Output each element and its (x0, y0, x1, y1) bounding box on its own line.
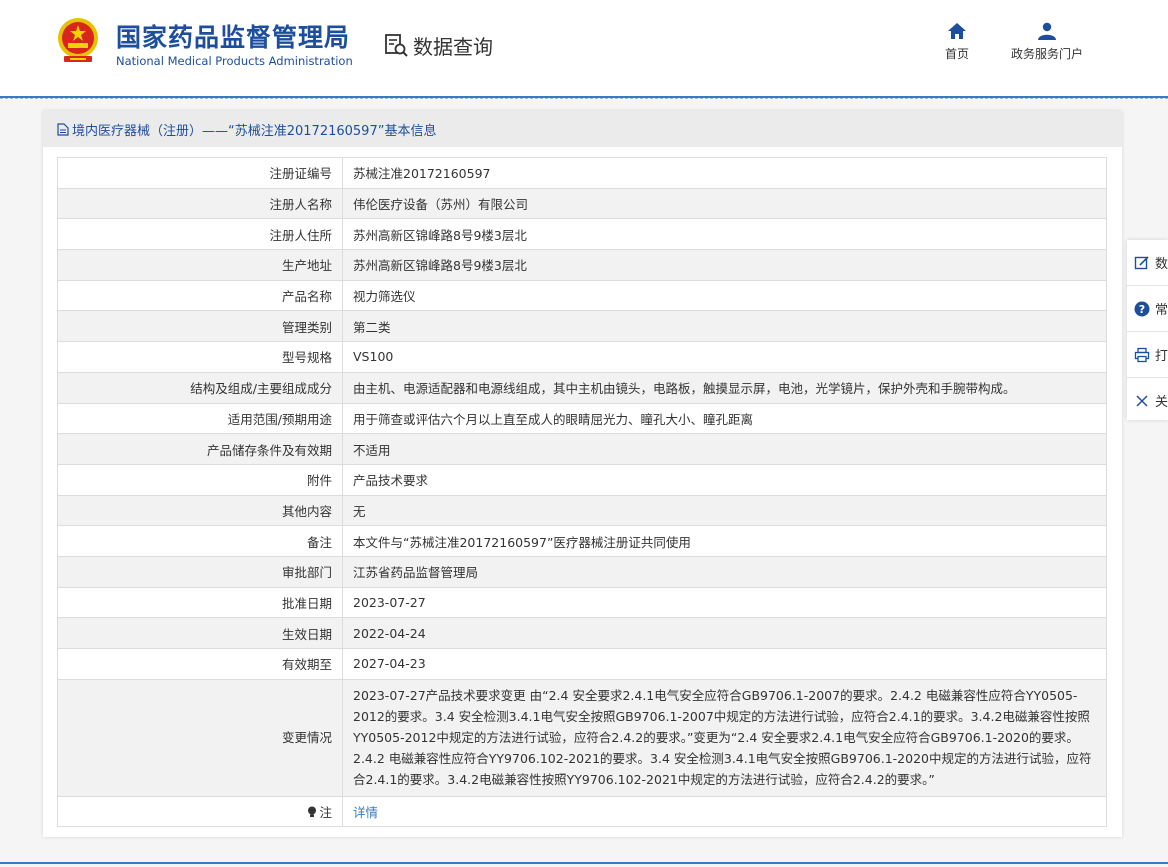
row-value: 第二类 (342, 310, 1107, 343)
table-row: 管理类别 第二类 (57, 310, 1107, 343)
detail-table: 注册证编号 苏械注准20172160597 注册人名称 伟伦医疗设备（苏州）有限公司… (57, 157, 1107, 828)
print-icon (1134, 347, 1150, 362)
user-icon (1038, 22, 1056, 40)
nav-home[interactable]: 首页 (945, 22, 969, 62)
row-value: VS100 (342, 341, 1107, 373)
table-row: 变更情况 2023-07-27产品技术要求变更 由“2.4 安全要求2.4.1电气… (57, 678, 1107, 797)
edit-icon (1134, 255, 1149, 269)
note-value-cell: 详情 (342, 795, 1107, 828)
details-link[interactable]: 详情 (353, 805, 378, 820)
row-key: 注册证编号 (57, 157, 343, 189)
row-value: 用于筛查或评估六个月以上直至成人的眼睛屈光力、瞳孔大小、瞳孔距离 (342, 402, 1107, 435)
row-key: 备注 (57, 525, 343, 557)
panel-title-bar: 境内医疗器械（注册）——“苏械注准20172160597”基本信息 (43, 111, 1122, 147)
row-key: 适用范围/预期用途 (57, 402, 343, 435)
table-row: 适用范围/预期用途 用于筛查或评估六个月以上直至成人的眼睛屈光力、瞳孔大小、瞳孔距… (57, 402, 1107, 435)
float-menu-item-close[interactable]: 关 (1127, 378, 1168, 423)
table-row: 注册证编号 苏械注准20172160597 (57, 157, 1107, 189)
row-value: 本文件与“苏械注准20172160597”医疗器械注册证共同使用 (342, 525, 1107, 557)
row-key: 结构及组成/主要组成成分 (57, 371, 343, 404)
table-row: 注册人名称 伟伦医疗设备（苏州）有限公司 (57, 187, 1107, 220)
float-menu-item-data[interactable]: 数 (1127, 240, 1168, 286)
table-row: 注册人住所 苏州高新区锦峰路8号9楼3层北 (57, 218, 1107, 251)
row-value: 苏州高新区锦峰路8号9楼3层北 (342, 249, 1107, 281)
float-menu-label: 关 (1155, 395, 1168, 410)
float-menu-item-print[interactable]: 打 (1127, 332, 1168, 378)
nav-service-portal[interactable]: 政务服务门户 (1011, 22, 1083, 62)
row-value: 产品技术要求 (342, 463, 1107, 496)
row-value: 2022-04-24 (342, 617, 1107, 649)
floating-side-menu: 数 ? 常 打 关 (1127, 240, 1168, 420)
document-icon (57, 122, 69, 136)
detail-panel: 境内医疗器械（注册）——“苏械注准20172160597”基本信息 注册证编号苏… (43, 111, 1122, 837)
table-row-note: 注 详情 (57, 795, 1107, 828)
header-divider (0, 98, 1168, 100)
data-query-label: 数据查询 (413, 34, 493, 59)
help-icon: ? (1134, 301, 1150, 316)
row-key: 其他内容 (57, 494, 343, 527)
footer-divider (0, 862, 1168, 864)
table-row: 结构及组成/主要组成成分 由主机、电源适配器和电源线组成，其中主机由镜头，电路板，… (57, 371, 1107, 404)
row-value: 无 (342, 494, 1107, 527)
float-menu-item-faq[interactable]: ? 常 (1127, 286, 1168, 332)
home-icon (948, 23, 966, 39)
table-row: 附件 产品技术要求 (57, 463, 1107, 496)
site-title: 国家药品监督管理局 (116, 23, 351, 52)
table-row: 有效期至 2027-04-23 (57, 648, 1107, 680)
row-value: 苏械注准20172160597 (342, 157, 1107, 189)
table-row: 生产地址 苏州高新区锦峰路8号9楼3层北 (57, 249, 1107, 281)
row-key: 型号规格 (57, 341, 343, 373)
row-key: 变更情况 (57, 678, 343, 797)
search-document-icon (385, 34, 408, 57)
row-value: 不适用 (342, 433, 1107, 465)
close-icon (1136, 394, 1148, 407)
float-menu-label: 常 (1155, 303, 1168, 318)
row-key: 产品储存条件及有效期 (57, 433, 343, 465)
note-key-cell: 注 (57, 795, 343, 828)
lightbulb-icon (308, 806, 317, 818)
row-key: 有效期至 (57, 648, 343, 680)
site-subtitle: National Medical Products Administration (116, 54, 353, 68)
national-emblem-icon (58, 18, 98, 62)
table-row: 审批部门 江苏省药品监督管理局 (57, 555, 1107, 588)
row-key: 批准日期 (57, 586, 343, 619)
svg-text:?: ? (1139, 303, 1145, 316)
table-row: 型号规格 VS100 (57, 341, 1107, 373)
row-key: 管理类别 (57, 310, 343, 343)
table-row: 产品储存条件及有效期 不适用 (57, 433, 1107, 465)
table-row: 批准日期 2023-07-27 (57, 586, 1107, 619)
float-menu-label: 打 (1155, 349, 1168, 364)
row-value: 2027-04-23 (342, 648, 1107, 680)
float-menu-label: 数 (1155, 257, 1168, 272)
row-key: 生产地址 (57, 249, 343, 281)
row-value: 视力筛选仪 (342, 279, 1107, 312)
row-key: 注册人住所 (57, 218, 343, 251)
row-value: 伟伦医疗设备（苏州）有限公司 (342, 187, 1107, 220)
row-value: 2023-07-27 (342, 586, 1107, 619)
panel-title: 境内医疗器械（注册）——“苏械注准20172160597”基本信息 (72, 123, 437, 139)
data-query-link[interactable]: 数据查询 (383, 30, 493, 60)
table-row: 生效日期 2022-04-24 (57, 617, 1107, 649)
note-key: 注 (319, 805, 332, 821)
row-key: 生效日期 (57, 617, 343, 649)
site-header: 国家药品监督管理局 National Medical Products Admi… (0, 0, 1168, 98)
row-key: 审批部门 (57, 555, 343, 588)
row-value: 2023-07-27产品技术要求变更 由“2.4 安全要求2.4.1电气安全应符… (342, 678, 1107, 797)
nav-service-portal-label: 政务服务门户 (1011, 47, 1084, 61)
row-value: 苏州高新区锦峰路8号9楼3层北 (342, 218, 1107, 251)
row-key: 产品名称 (57, 279, 343, 312)
nav-home-label: 首页 (945, 47, 970, 61)
row-key: 注册人名称 (57, 187, 343, 220)
table-row: 其他内容无 (57, 494, 1107, 527)
row-key: 附件 (57, 463, 343, 496)
table-row: 产品名称 视力筛选仪 (57, 279, 1107, 312)
table-row: 备注 本文件与“苏械注准20172160597”医疗器械注册证共同使用 (57, 525, 1107, 557)
row-value: 由主机、电源适配器和电源线组成，其中主机由镜头，电路板，触摸显示屏，电池，光学镜… (342, 371, 1107, 404)
row-value: 江苏省药品监督管理局 (342, 555, 1107, 588)
